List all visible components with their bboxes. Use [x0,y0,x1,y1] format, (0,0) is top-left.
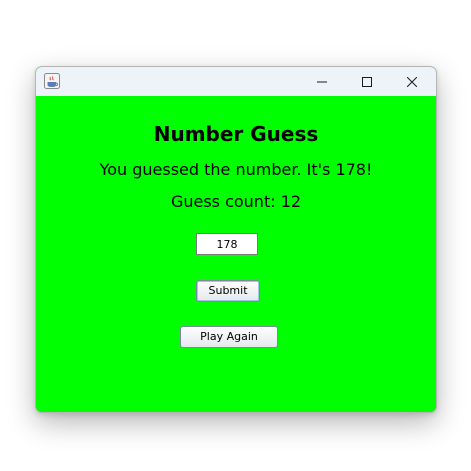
submit-button[interactable]: Submit [196,280,260,302]
maximize-icon [362,72,372,91]
guess-count-label: Guess count: 12 [170,192,302,211]
minimize-icon [317,72,327,91]
guess-input[interactable] [196,233,258,255]
close-icon [406,72,418,91]
minimize-button[interactable] [299,67,345,96]
game-panel: Number Guess You guessed the number. It'… [36,96,436,412]
maximize-button[interactable] [344,67,390,96]
title-bar[interactable] [36,67,436,96]
result-message: You guessed the number. It's 178! [99,160,373,179]
play-again-button[interactable]: Play Again [180,326,278,348]
app-window: Number Guess You guessed the number. It'… [35,66,437,413]
java-icon[interactable] [44,73,60,89]
page-title: Number Guess [153,122,319,146]
close-button[interactable] [389,67,435,96]
